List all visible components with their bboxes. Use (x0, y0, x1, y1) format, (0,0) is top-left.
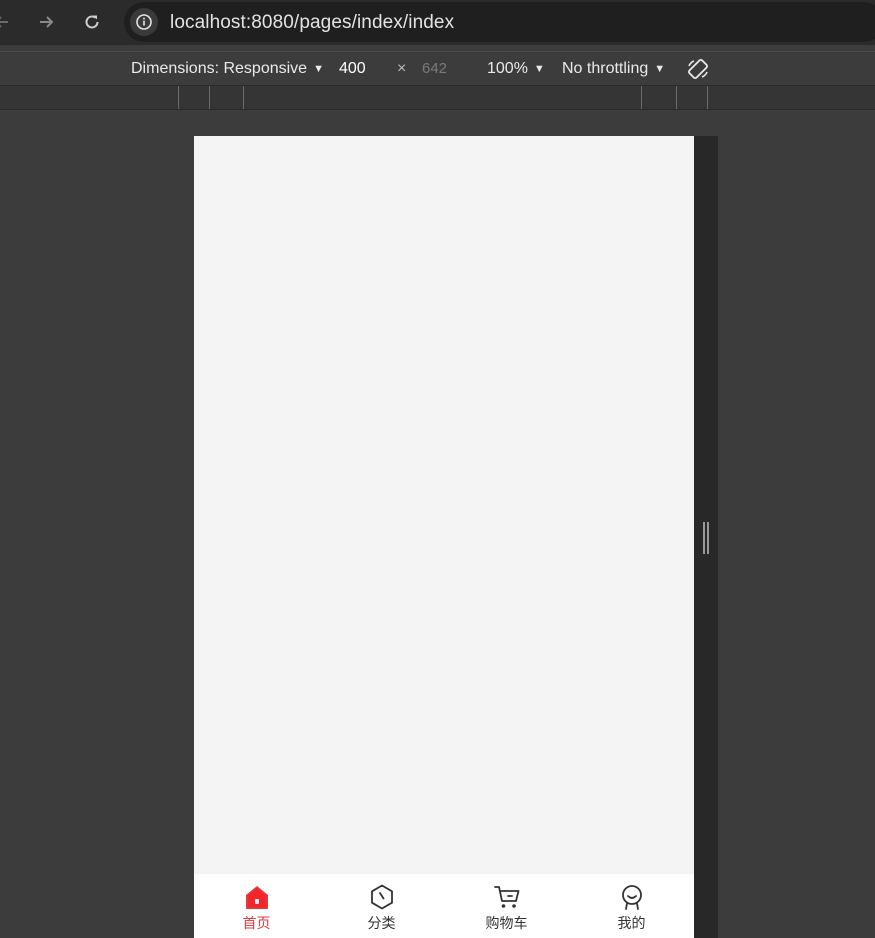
forward-button[interactable] (32, 8, 60, 36)
site-info-button[interactable] (130, 8, 158, 36)
ruler-tick (243, 86, 244, 109)
zoom-label: 100% (487, 60, 528, 77)
info-icon (136, 14, 152, 30)
times-separator: × (397, 60, 407, 77)
tab-label: 分类 (367, 916, 396, 932)
zoom-dropdown[interactable]: 100% ▼ (487, 60, 545, 78)
address-bar[interactable]: localhost:8080/pages/index/index (124, 2, 875, 42)
arrow-right-icon (40, 16, 54, 28)
device-viewport: 首页 分类 购物车 我的 (194, 136, 694, 938)
back-button[interactable] (0, 8, 16, 36)
dimensions-dropdown[interactable]: Dimensions: Responsive ▼ (131, 60, 324, 78)
dimensions-label: Dimensions: Responsive (131, 60, 308, 77)
tab-bar: 首页 分类 购物车 我的 (194, 874, 694, 938)
url-host: localhost (170, 12, 246, 33)
ruler-tick (641, 86, 642, 109)
cart-icon (493, 886, 519, 908)
ruler-tick (209, 86, 210, 109)
reload-icon (85, 15, 99, 29)
profile-icon (621, 885, 642, 910)
rotate-icon[interactable] (686, 57, 710, 81)
caret-down-icon: ▼ (654, 63, 666, 75)
tab-profile[interactable]: 我的 (569, 874, 694, 938)
media-query-ruler (0, 85, 875, 110)
browser-toolbar: localhost:8080/pages/index/index (0, 0, 875, 45)
width-input[interactable]: 400 (339, 60, 366, 78)
caret-down-icon: ▼ (313, 63, 324, 75)
tab-label: 我的 (617, 916, 646, 932)
tab-category[interactable]: 分类 (319, 874, 444, 938)
throttling-label: No throttling (562, 60, 649, 77)
tab-home[interactable]: 首页 (194, 874, 319, 938)
device-toolbar: Dimensions: Responsive ▼ 400 × 642 100% ▼ … (0, 51, 875, 85)
ruler-tick (178, 86, 179, 109)
ruler-tick (707, 86, 708, 109)
url-path: :8080/pages/index/index (245, 12, 455, 33)
tab-label: 购物车 (485, 916, 528, 932)
ruler-tick (676, 86, 677, 109)
home-icon (245, 886, 268, 909)
category-icon (370, 884, 393, 910)
reload-button[interactable] (78, 8, 106, 36)
resize-handle[interactable] (694, 136, 718, 938)
caret-down-icon: ▼ (533, 63, 545, 75)
height-input[interactable]: 642 (422, 60, 447, 77)
arrow-left-icon (0, 16, 8, 28)
throttling-dropdown[interactable]: No throttling ▼ (562, 60, 665, 78)
tab-cart[interactable]: 购物车 (444, 874, 569, 938)
grip-icon (703, 522, 709, 554)
url-text: localhost:8080/pages/index/index (170, 12, 454, 34)
tab-label: 首页 (242, 916, 271, 932)
